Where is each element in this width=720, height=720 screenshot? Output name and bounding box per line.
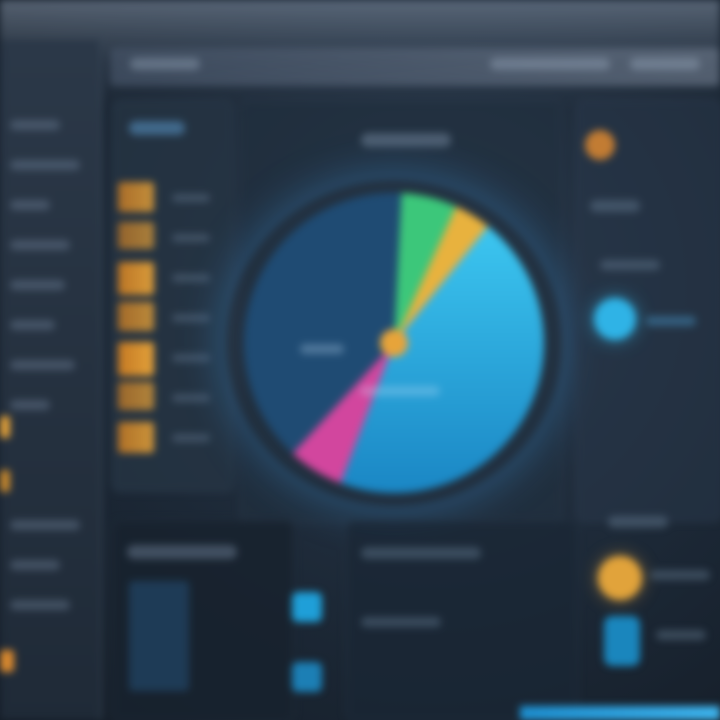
pie-label <box>360 386 440 396</box>
top-header-bar <box>110 48 720 86</box>
bar-label <box>172 394 210 402</box>
info-text-block <box>590 200 640 212</box>
bar-4 <box>118 302 154 331</box>
bar-2 <box>118 222 154 249</box>
gear-icon[interactable] <box>585 130 615 160</box>
header-text-block <box>490 58 610 70</box>
bar-label <box>172 194 210 202</box>
info-text-block <box>361 547 481 559</box>
mini-chart <box>129 581 189 691</box>
sidebar-item[interactable] <box>10 320 55 330</box>
sidebar-item[interactable] <box>10 280 65 290</box>
panel-title <box>361 133 451 147</box>
circle-status-icon[interactable] <box>594 298 636 340</box>
blurred-dashboard <box>0 0 720 720</box>
sidebar <box>0 40 102 720</box>
pie-chart <box>243 192 544 494</box>
sidebar-active-indicator <box>0 416 10 438</box>
dashboard-screenshot <box>0 0 720 720</box>
pie-label <box>300 344 344 354</box>
bar-7 <box>118 422 154 453</box>
sidebar-item[interactable] <box>10 200 50 210</box>
bar-5 <box>118 342 154 376</box>
sidebar-item[interactable] <box>10 240 70 250</box>
sidebar-item[interactable] <box>10 600 70 610</box>
bar-label <box>172 314 210 322</box>
info-text-block <box>600 260 660 270</box>
bar-1 <box>118 182 154 212</box>
bar-6 <box>118 382 154 410</box>
bar-3 <box>118 262 154 295</box>
info-text-block <box>361 617 441 627</box>
info-text-block <box>608 516 668 528</box>
bottom-accent-strip <box>520 706 720 720</box>
panel-title <box>129 121 185 135</box>
sidebar-item[interactable] <box>10 520 80 530</box>
header-text-block <box>630 58 700 70</box>
bar-label <box>172 274 210 282</box>
bottom-widget-center <box>346 520 578 720</box>
sidebar-item[interactable] <box>10 400 50 410</box>
sidebar-active-indicator <box>0 650 14 672</box>
info-text-block <box>656 630 706 640</box>
bottom-widget-left <box>112 520 294 720</box>
bar-label <box>172 234 210 242</box>
header-text-block <box>130 58 200 70</box>
sidebar-item[interactable] <box>10 120 60 130</box>
mini-bar <box>604 616 640 666</box>
sidebar-item[interactable] <box>10 360 75 370</box>
bar-label <box>172 354 210 362</box>
sidebar-active-indicator <box>0 470 10 492</box>
sidebar-item[interactable] <box>10 160 80 170</box>
legend-swatch <box>292 662 322 692</box>
sidebar-item[interactable] <box>10 560 60 570</box>
circle-status-icon[interactable] <box>598 556 642 600</box>
panel-title <box>127 545 237 559</box>
pie-center-dot <box>380 329 408 357</box>
info-text-block <box>650 570 710 580</box>
bar-label <box>172 434 210 442</box>
info-text-block <box>646 316 696 326</box>
legend-swatch <box>292 592 322 622</box>
